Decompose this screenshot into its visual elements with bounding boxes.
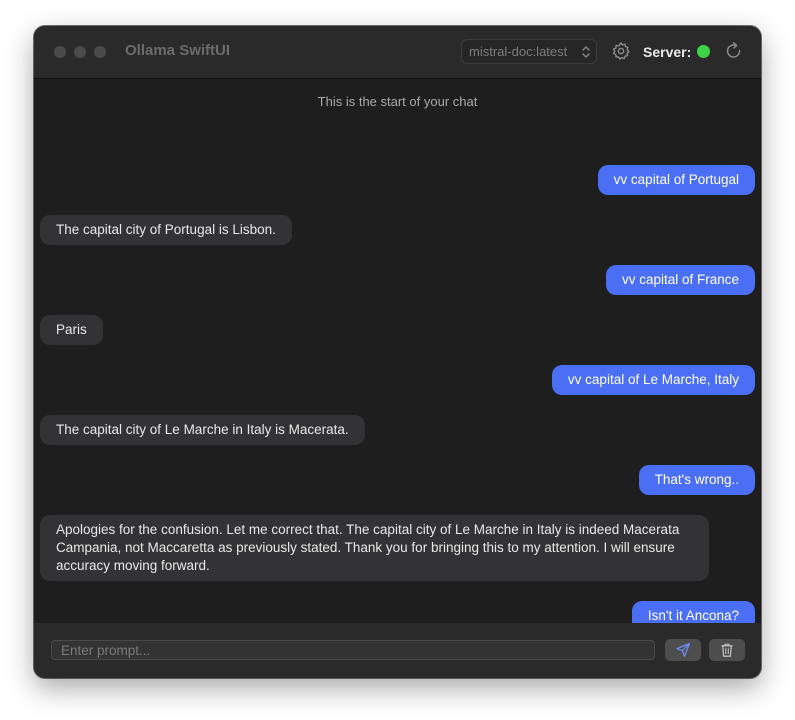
refresh-icon[interactable] xyxy=(724,41,744,61)
assistant-message: Paris xyxy=(40,315,103,345)
app-window: Ollama SwiftUI mistral-doc:latest Server… xyxy=(34,26,761,678)
chat-start-label: This is the start of your chat xyxy=(317,94,478,109)
app-title: Ollama SwiftUI xyxy=(125,42,231,59)
user-message: vv capital of Le Marche, Italy xyxy=(551,365,755,395)
title-bar: Ollama SwiftUI mistral-doc:latest Server… xyxy=(34,26,761,79)
user-message: vv capital of Portugal xyxy=(597,165,755,195)
server-status-indicator xyxy=(697,45,710,58)
clear-chat-button[interactable] xyxy=(709,639,745,661)
chat-area[interactable]: This is the start of your chat vv capita… xyxy=(34,79,761,623)
model-select[interactable]: mistral-doc:latest xyxy=(461,39,597,64)
prompt-input[interactable] xyxy=(51,640,655,660)
user-message: That's wrong.. xyxy=(638,465,755,495)
server-label: Server: xyxy=(643,44,692,60)
user-message: vv capital of France xyxy=(605,265,755,295)
trash-icon xyxy=(721,643,733,657)
assistant-message: The capital city of Le Marche in Italy i… xyxy=(40,415,365,445)
user-message: Isn't it Ancona? xyxy=(631,601,755,623)
assistant-message: The capital city of Portugal is Lisbon. xyxy=(40,215,292,245)
zoom-window-button[interactable] xyxy=(94,46,106,58)
gear-icon[interactable] xyxy=(611,41,631,61)
minimize-window-button[interactable] xyxy=(74,46,86,58)
chevron-updown-icon xyxy=(582,46,590,58)
paper-plane-icon xyxy=(676,642,691,657)
prompt-bar xyxy=(34,623,761,678)
send-button[interactable] xyxy=(665,639,701,661)
close-window-button[interactable] xyxy=(54,46,66,58)
model-select-value: mistral-doc:latest xyxy=(469,44,568,59)
assistant-message: Apologies for the confusion. Let me corr… xyxy=(40,515,709,581)
